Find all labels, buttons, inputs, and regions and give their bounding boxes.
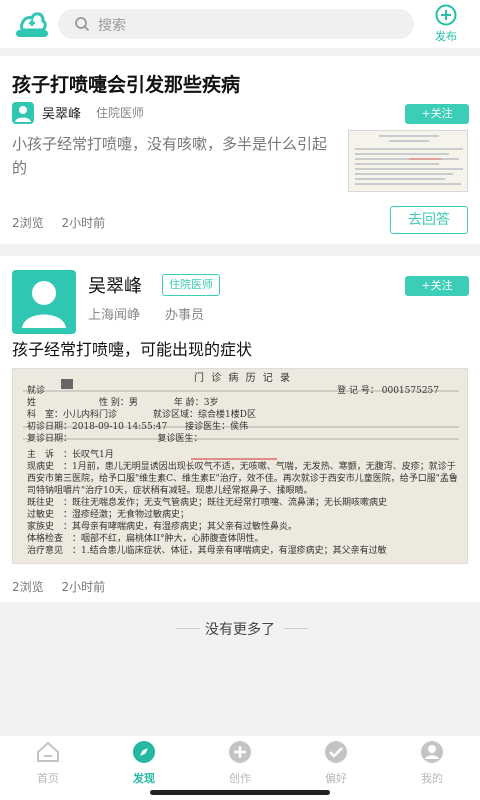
author-role: 住院医师 [96,106,145,120]
record-family: 家族史 ：其母亲有哮喘病史，有湿疹病史；其父亲有过敏性鼻炎。 [27,522,298,532]
check-icon [325,741,347,763]
view-count: 2浏览 [12,216,44,230]
publish-label: 发布 [435,30,457,43]
article-title[interactable]: 孩子经常打喷嚏，可能出现的症状 [12,336,252,360]
post-stats: 2浏览 2小时前 [12,214,105,231]
record-complaint: 主 诉 ：长叹气1月 [27,450,114,460]
post-stats: 2浏览 2小时前 [12,578,105,595]
tab-label: 发现 [133,772,155,785]
home-icon [37,741,59,762]
record-row: 复诊日期： 复诊医生： [27,434,203,444]
record-allergy: 过敏史 ：湿疹经激；无食物过敏病史； [27,510,190,520]
record-row: 科 室：小儿内科门诊 就诊区域：综合楼1楼D区 [27,410,256,420]
article-card[interactable]: 吴翠峰 住院医师 +关注 上海闻峥 办事员 孩子经常打喷嚏，可能出现的症状 门 … [0,256,480,602]
top-bar: 搜索 发布 [0,0,480,48]
no-more-indicator: 没有更多了 [0,619,480,639]
post-time: 2小时前 [61,580,106,594]
record-text: 门 诊 病 历 记 录 就诊 登 记 号： 0001575257 姓 性 别：男… [27,373,459,557]
follow-button[interactable]: +关注 [405,104,469,124]
answer-button[interactable]: 去回答 [390,206,468,234]
author-name[interactable]: 吴翠峰 [42,103,81,122]
divider [284,628,308,629]
record-history: 现病史 ：1月前，患儿无明显诱因出现长叹气不适，无咳嗽、气喘，无发热、寒颤，无腹… [27,462,458,496]
tab-label: 首页 [37,772,59,785]
view-count: 2浏览 [12,580,44,594]
question-card[interactable]: 孩子打喷嚏会引发那些疾病 吴翠峰 住院医师 +关注 小孩子经常打喷嚏，没有咳嗽，… [0,56,480,244]
user-icon [15,106,31,122]
record-plan: 治疗意见 ：1.结合患儿临床症状、体征，其母亲有哮喘病史，有湿疹病史；其父亲有过… [27,546,387,556]
plus-circle-icon [229,741,251,763]
user-icon [421,741,443,763]
avatar[interactable] [12,102,34,124]
tab-label: 我的 [421,772,443,785]
tab-mine[interactable]: 我的 [402,740,462,786]
record-reg-no: 登 记 号： 0001575257 [337,386,439,396]
record-row: 就诊 [27,386,46,396]
search-placeholder: 搜索 [98,18,126,34]
no-more-text: 没有更多了 [205,622,275,638]
app: 搜索 发布 孩子打喷嚏会引发那些疾病 吴翠峰 住院医师 +关注 小孩子经常打喷嚏… [0,0,480,800]
record-past: 既往史 ：既往无喘息发作；无支气管病史；既往无经常打喷嚏、流鼻涕；无长期咳嗽病史 [27,498,388,508]
record-heading: 门 诊 病 历 记 录 [194,373,292,384]
question-thumbnail[interactable] [348,130,468,192]
tab-discover[interactable]: 发现 [114,740,174,786]
follow-button[interactable]: +关注 [405,276,469,296]
tab-label: 偏好 [325,772,347,785]
search-icon [75,17,90,32]
app-logo-icon[interactable] [14,6,50,42]
question-excerpt[interactable]: 小孩子经常打喷嚏，没有咳嗽，多半是什么引起的 [12,132,332,180]
author-location: 上海闻峥 [88,308,141,323]
role-badge: 住院医师 [162,274,220,296]
record-row: 初诊日期：2018-09-10 14:55:47 接诊医生：侯伟 [27,422,249,432]
tab-label: 创作 [229,772,251,785]
publish-button[interactable]: 发布 [428,4,464,44]
record-row: 姓 性 别：男 年 龄：3岁 [27,398,219,408]
compass-icon [133,741,155,763]
plus-circle-icon [435,4,457,26]
user-icon [22,281,66,328]
avatar[interactable] [12,270,76,334]
record-thumbnail-image [349,131,467,191]
tab-preference[interactable]: 偏好 [306,740,366,786]
home-indicator [150,790,330,795]
medical-record-image[interactable]: 门 诊 病 历 记 录 就诊 登 记 号： 0001575257 姓 性 别：男… [12,368,468,564]
search-bar[interactable]: 搜索 [58,9,414,39]
tab-create[interactable]: 创作 [210,740,270,786]
author-name[interactable]: 吴翠峰 [88,272,142,298]
record-exam: 体格检查 ：咽部不红，扁桃体II°肿大，心肺腹查体阴性。 [27,534,264,544]
author-job: 办事员 [165,308,205,323]
post-time: 2小时前 [61,216,106,230]
tab-home[interactable]: 首页 [18,740,78,786]
question-title[interactable]: 孩子打喷嚏会引发那些疾病 [12,70,240,97]
